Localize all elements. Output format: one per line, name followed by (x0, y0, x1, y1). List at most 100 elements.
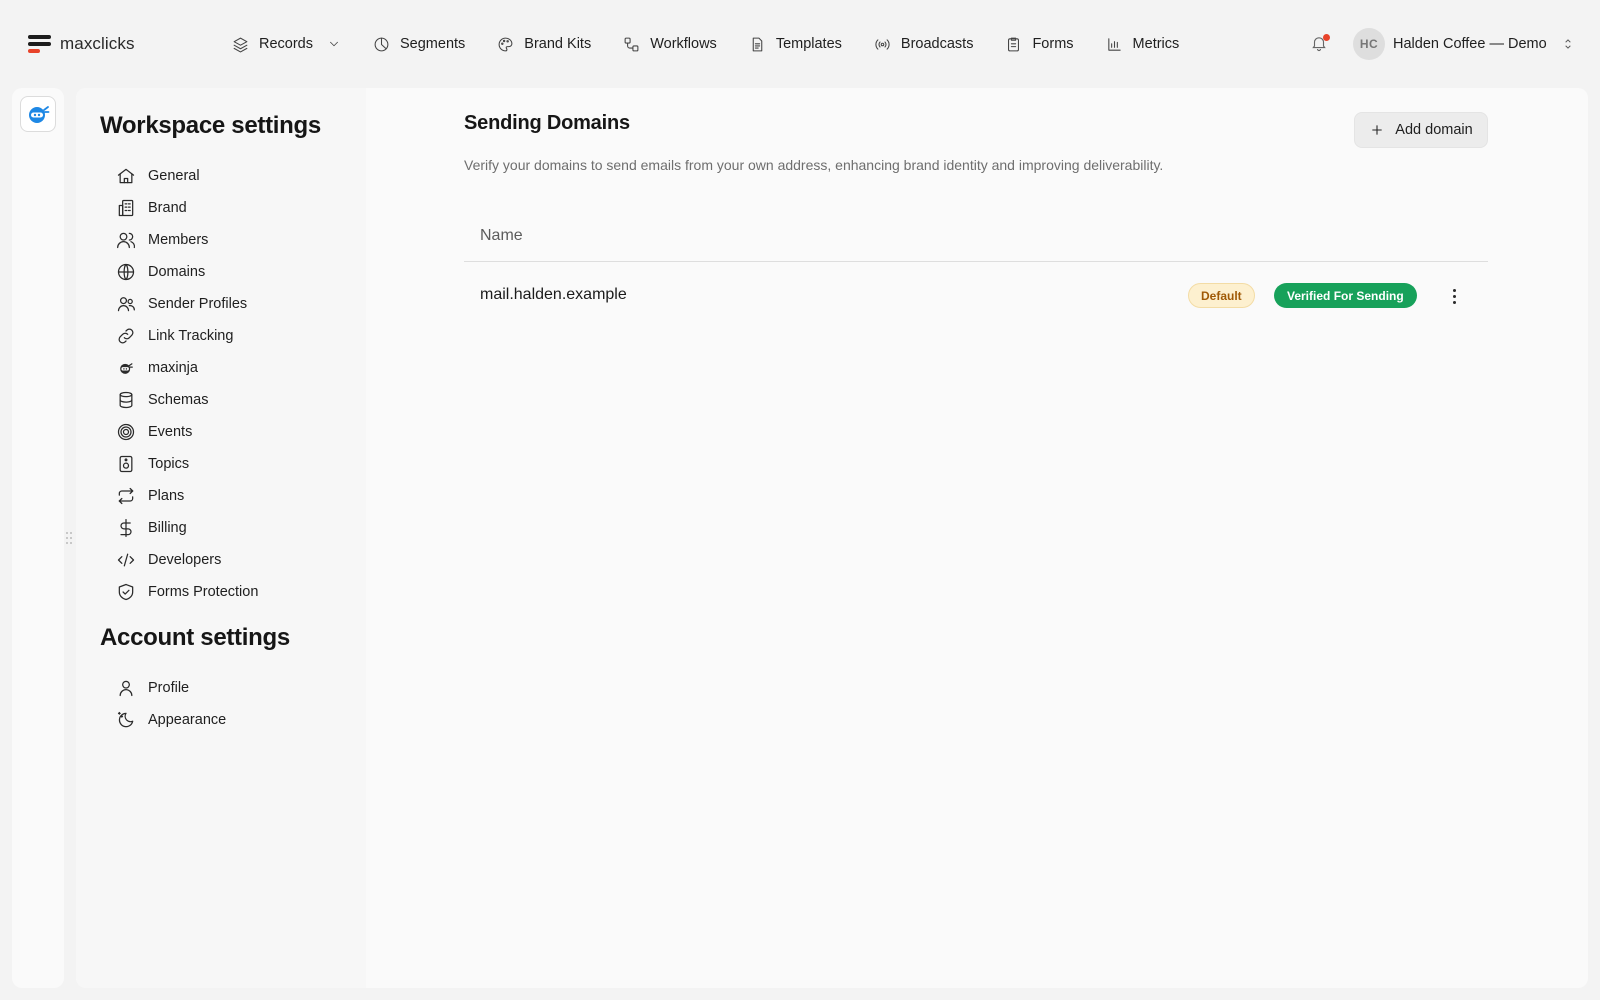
nav-brand-kits-label: Brand Kits (524, 36, 592, 52)
settings-item-label: Sender Profiles (148, 296, 248, 312)
dollar-icon (120, 519, 132, 537)
settings-item-label: Schemas (148, 392, 209, 408)
nav-records[interactable]: Records (232, 32, 341, 56)
nav-forms[interactable]: Forms (1005, 32, 1074, 56)
table-header: Name (464, 210, 1488, 262)
logo-mark-icon (28, 34, 52, 54)
page-title: Sending Domains (464, 112, 630, 134)
account-name: Halden Coffee — Demo (1393, 36, 1547, 52)
settings-item-brand[interactable]: Brand (116, 192, 258, 224)
building-icon (118, 199, 134, 217)
settings-item-sender-profiles[interactable]: Sender Profiles (116, 288, 258, 320)
status-badge: Verified For Sending (1274, 283, 1417, 308)
left-rail (12, 88, 64, 988)
maxinja-assistant-button[interactable] (20, 96, 56, 132)
main-nav: Records Segments Brand Kits Workflows Te… (232, 32, 1211, 56)
nav-metrics[interactable]: Metrics (1106, 32, 1180, 56)
settings-item-appearance[interactable]: Appearance (116, 704, 226, 736)
column-header-name: Name (480, 226, 523, 244)
nav-templates-label: Templates (775, 36, 842, 52)
link-icon (118, 328, 134, 344)
table-row[interactable]: mail.halden.example Default Verified For… (464, 262, 1488, 328)
nav-forms-label: Forms (1032, 36, 1074, 52)
settings-item-maxinja[interactable]: maxinja (116, 352, 258, 384)
nav-brand-kits[interactable]: Brand Kits (497, 32, 591, 56)
panel-resize-handle[interactable] (66, 532, 74, 548)
settings-item-developers[interactable]: Developers (116, 544, 258, 576)
settings-item-members[interactable]: Members (116, 224, 258, 256)
page-description: Verify your domains to send emails from … (464, 157, 1164, 173)
users-icon (117, 232, 136, 249)
settings-item-link-tracking[interactable]: Link Tracking (116, 320, 258, 352)
settings-item-label: Brand (148, 200, 187, 216)
nav-templates[interactable]: Templates (749, 32, 842, 56)
nav-broadcasts[interactable]: Broadcasts (874, 32, 974, 56)
settings-item-billing[interactable]: Billing (116, 512, 258, 544)
settings-item-schemas[interactable]: Schemas (116, 384, 258, 416)
add-domain-label: Add domain (1395, 122, 1473, 138)
repeat-icon (118, 487, 134, 505)
settings-item-label: maxinja (148, 360, 198, 376)
home-icon (117, 168, 135, 184)
domain-name: mail.halden.example (480, 286, 627, 303)
settings-item-label: Billing (148, 520, 187, 536)
settings-item-label: Link Tracking (148, 328, 234, 344)
settings-item-events[interactable]: Events (116, 416, 258, 448)
domains-table: Name mail.halden.example Default Verifie… (464, 210, 1488, 328)
settings-item-label: Domains (148, 264, 206, 280)
shield-check-icon (118, 583, 134, 601)
ninja-icon (120, 363, 133, 374)
layers-icon (233, 37, 248, 52)
settings-item-label: General (148, 168, 200, 184)
more-vertical-icon (1452, 287, 1456, 305)
default-badge: Default (1188, 283, 1255, 308)
account-settings-menu: Profile Appearance (116, 672, 226, 736)
workflow-icon (624, 37, 639, 51)
nav-metrics-label: Metrics (1132, 36, 1180, 52)
settings-item-label: Events (148, 424, 193, 440)
account-switcher[interactable]: HC Halden Coffee — Demo (1353, 28, 1575, 60)
settings-item-label: Forms Protection (148, 584, 259, 600)
workspace-settings-title: Workspace settings (100, 112, 321, 139)
settings-item-plans[interactable]: Plans (116, 480, 258, 512)
user-icon (119, 680, 133, 697)
clipboard-icon (1008, 37, 1020, 51)
pie-chart-icon (374, 37, 389, 51)
brand-name: maxclicks (60, 34, 135, 53)
account-settings-title: Account settings (100, 624, 290, 651)
nav-segments[interactable]: Segments (373, 32, 465, 56)
ninja-icon (29, 106, 50, 123)
target-icon (117, 423, 135, 441)
row-actions-button[interactable] (1442, 284, 1466, 308)
nav-segments-label: Segments (400, 36, 466, 52)
settings-item-general[interactable]: General (116, 160, 258, 192)
top-navigation: maxclicks Records Segments Brand Kits Wo… (0, 0, 1600, 88)
nav-records-label: Records (259, 36, 313, 52)
code-icon (117, 553, 135, 567)
nav-broadcasts-label: Broadcasts (900, 36, 974, 52)
settings-item-topics[interactable]: Topics (116, 448, 258, 480)
notifications-button[interactable] (1310, 34, 1330, 54)
settings-item-forms-protection[interactable]: Forms Protection (116, 576, 258, 608)
nav-workflows-label: Workflows (650, 36, 717, 52)
settings-card: Workspace settings General Brand Members… (76, 88, 1588, 988)
avatar: HC (1353, 28, 1385, 60)
settings-item-label: Developers (148, 552, 222, 568)
add-domain-button[interactable]: Add domain (1354, 112, 1488, 148)
settings-item-label: Profile (148, 680, 190, 696)
settings-item-label: Appearance (148, 712, 227, 728)
broadcast-icon (875, 38, 890, 50)
brand-logo[interactable]: maxclicks (28, 34, 135, 54)
globe-icon (117, 263, 135, 281)
settings-item-domains[interactable]: Domains (116, 256, 258, 288)
workspace-settings-menu: General Brand Members Domains Sender Pro… (116, 160, 258, 608)
plus-icon (1372, 125, 1382, 135)
bar-chart-icon (1107, 37, 1121, 51)
unread-indicator (1323, 34, 1330, 41)
nav-workflows[interactable]: Workflows (623, 32, 717, 56)
settings-sidebar: Workspace settings General Brand Members… (76, 88, 366, 988)
document-icon (752, 37, 763, 51)
speaker-icon (119, 455, 133, 473)
settings-item-label: Plans (148, 488, 185, 504)
settings-item-profile[interactable]: Profile (116, 672, 226, 704)
